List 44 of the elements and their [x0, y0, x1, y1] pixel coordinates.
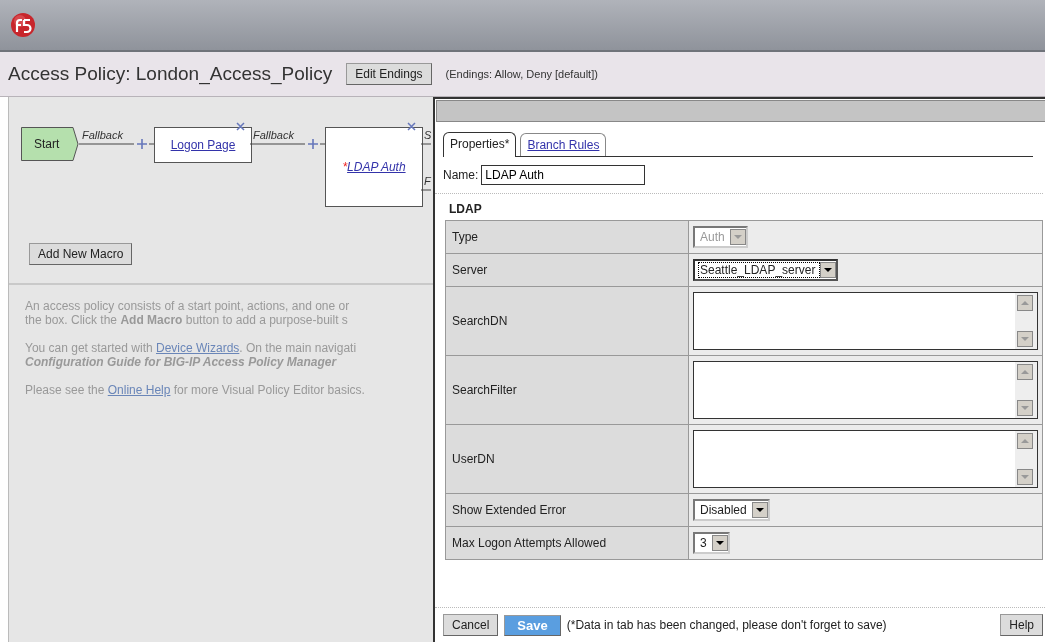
help-paragraph: An access policy consists of a start point, actions, and one or the box. Click the Add Macro button to add a purpose-built s	[25, 299, 351, 327]
dropdown[interactable]: Seattle_LDAP_server	[693, 259, 839, 281]
connector-line	[421, 143, 431, 145]
close-icon[interactable]	[407, 122, 416, 131]
start-node[interactable]	[21, 127, 79, 161]
close-icon[interactable]	[236, 122, 245, 131]
endings-note: (Endings: Allow, Deny [default])	[445, 68, 598, 80]
modified-marker: *	[342, 160, 348, 174]
unsaved-note: (*Data in tab has been changed, please don't forget to save)	[566, 618, 887, 632]
add-icon[interactable]	[308, 139, 318, 149]
dropdown[interactable]: 3	[693, 532, 730, 554]
help-paragraph: You can get started with Device Wizards. On the main navigati Configuration Guide for BIG-IP Access Policy Manager	[25, 341, 358, 369]
field-label: UserDN	[445, 424, 689, 494]
logo-icon	[10, 12, 36, 38]
add-macro-button[interactable]: Add New Macro	[29, 243, 133, 265]
branch-label: Fallback	[253, 129, 294, 141]
name-field[interactable]: LDAP Auth	[481, 165, 646, 185]
connector-line	[149, 143, 154, 145]
page-title: Access Policy: London_Access_Policy	[8, 63, 333, 85]
field-label: Type	[445, 220, 689, 254]
connector-line	[421, 189, 431, 191]
tab[interactable]: Branch Rules	[520, 133, 607, 156]
field-label: Name:	[443, 168, 479, 182]
connector-line	[320, 143, 325, 145]
connector-line	[250, 143, 305, 145]
help-paragraph: Please see the Online Help for more Visual Policy Editor basics.	[25, 383, 366, 397]
field-label: SearchFilter	[445, 355, 689, 425]
help-button[interactable]: Help	[1000, 614, 1043, 636]
cancel-button[interactable]: Cancel	[443, 614, 499, 636]
field-label: Show Extended Error	[445, 493, 689, 527]
edit-endings-button[interactable]: Edit Endings	[346, 63, 432, 85]
connector-line	[79, 143, 134, 145]
branch-label: Fallback	[82, 129, 123, 141]
dropdown[interactable]: Disabled	[693, 499, 770, 521]
field-label: SearchDN	[445, 286, 689, 356]
add-icon[interactable]	[137, 139, 147, 149]
tab[interactable]: Properties*	[443, 132, 517, 157]
branch-label: F	[424, 175, 431, 187]
branch-label: S	[424, 129, 432, 141]
node-label: Start	[34, 137, 60, 151]
field-label: Server	[445, 253, 689, 287]
node-link[interactable]: LDAP Auth	[347, 160, 406, 174]
section-heading: LDAP	[448, 201, 483, 218]
field-label: Max Logon Attempts Allowed	[445, 526, 689, 560]
